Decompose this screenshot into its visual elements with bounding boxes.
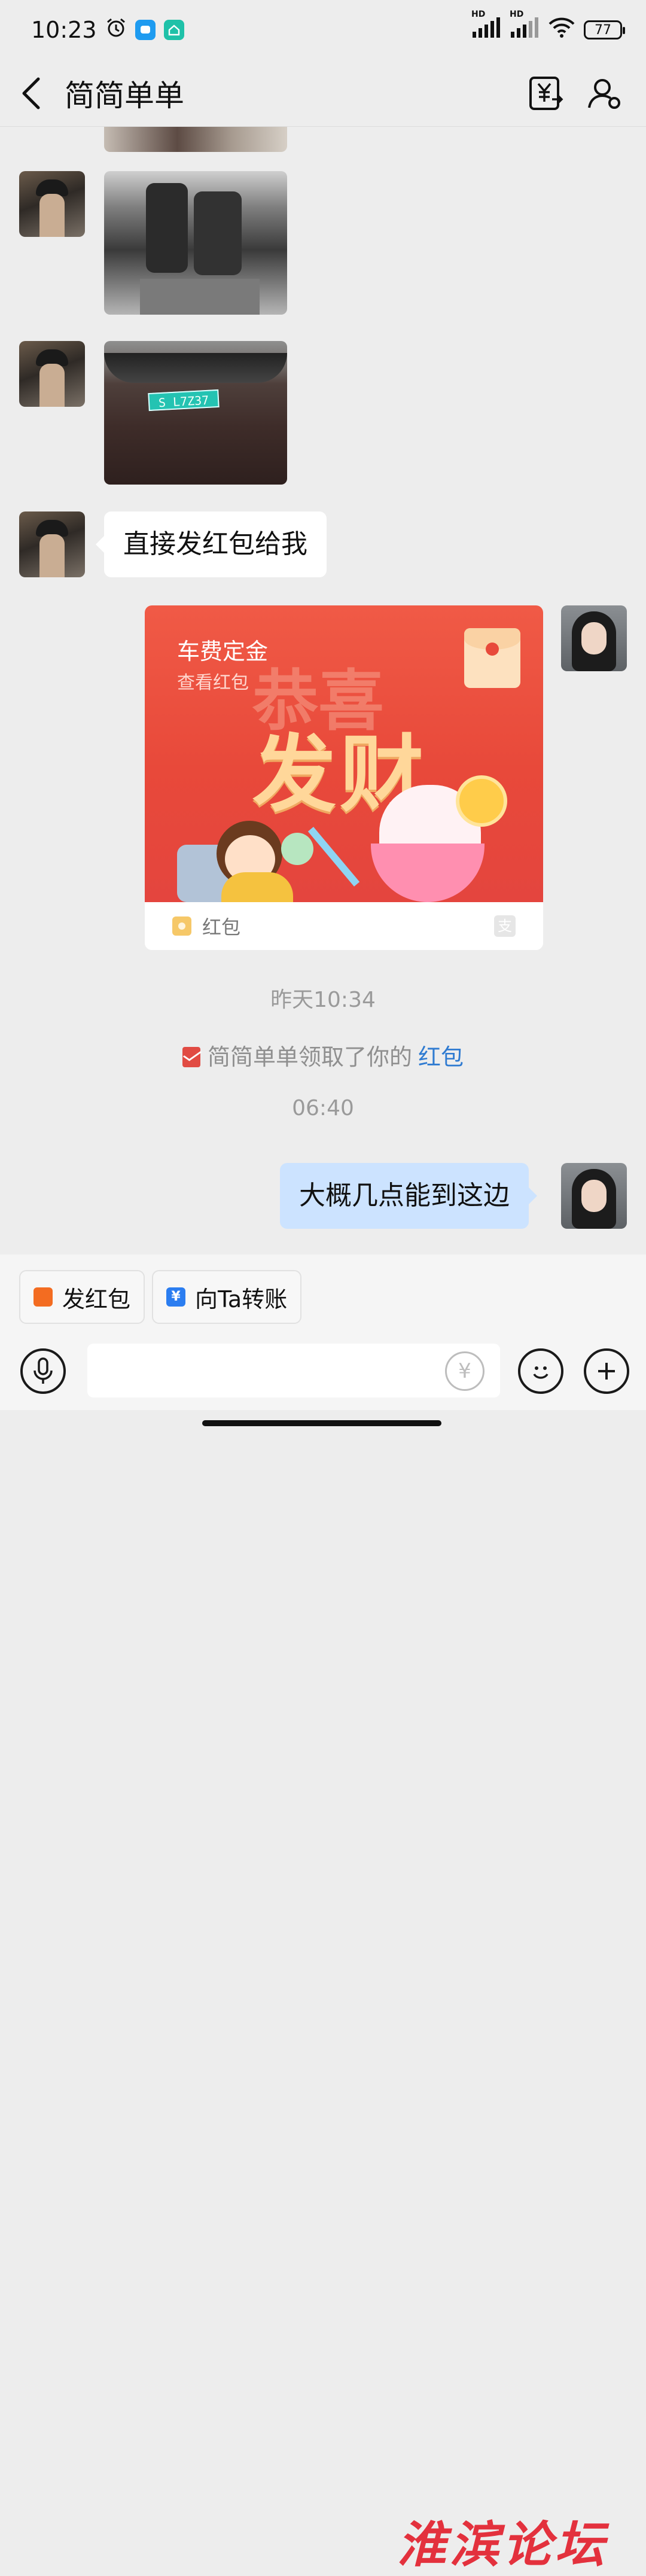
app-notification-icon: [135, 20, 156, 40]
cover-decoration: [281, 833, 313, 865]
red-packet-icon: [33, 1287, 53, 1307]
chip-label: 发红包: [62, 1286, 131, 1313]
back-icon[interactable]: [20, 77, 42, 110]
red-packet-title: 车费定金: [177, 638, 269, 665]
my-avatar[interactable]: [561, 1163, 627, 1229]
photo-detail: [104, 353, 287, 383]
image-message[interactable]: [104, 171, 287, 315]
signal-icon: HD: [471, 10, 501, 43]
red-envelope-icon: [182, 1047, 200, 1067]
battery-indicator: 77: [584, 20, 625, 39]
cover-decoration: [221, 872, 293, 902]
signal-icon: HD: [510, 10, 540, 43]
system-notice-text: 简简单单领取了你的: [207, 1044, 412, 1070]
photo-detail: [194, 191, 242, 275]
contact-avatar[interactable]: [19, 171, 85, 237]
cover-decoration: [456, 775, 507, 827]
photo-detail: [140, 279, 260, 315]
status-right: HD HD 77: [471, 10, 625, 44]
message-input[interactable]: [87, 1344, 500, 1397]
signal-hd-label: HD: [471, 10, 486, 19]
cover-decoration: [371, 844, 484, 902]
status-bar: 10:23 HD HD 77: [0, 0, 646, 60]
status-time: 10:23: [31, 17, 97, 43]
outgoing-message-bubble[interactable]: 大概几点能到这边: [280, 1163, 537, 1229]
home-app-notification-icon: [163, 20, 184, 40]
plus-icon: [598, 1363, 615, 1380]
status-left: 10:23: [31, 17, 184, 44]
red-packet-footer: 红包 支: [145, 902, 543, 950]
alarm-icon: [105, 17, 127, 44]
my-avatar[interactable]: [561, 605, 627, 671]
system-notice: 简简单单领取了你的 红包: [0, 1039, 646, 1071]
time-separator: 06:40: [292, 1096, 354, 1120]
watermark-text: 淮滨论坛: [397, 2516, 608, 2574]
smiley-icon: [533, 1366, 549, 1379]
chip-label: 向Ta转账: [195, 1286, 288, 1313]
chat-settings-button[interactable]: [584, 72, 626, 114]
red-packet-footer-label: 红包: [202, 916, 241, 939]
contact-avatar[interactable]: [19, 511, 85, 577]
microphone-icon: [33, 1357, 53, 1384]
home-indicator[interactable]: [202, 1420, 441, 1426]
red-packet-small-icon: [172, 916, 191, 936]
chat-header: 简简单单: [0, 60, 646, 127]
red-packet-card[interactable]: 恭喜 发财 车费定金 查看红包 红包 支: [145, 605, 543, 950]
emoji-button[interactable]: [518, 1348, 563, 1394]
red-envelope-icon: [464, 628, 520, 688]
message-list[interactable]: S L7Z37 直接发红包给我 恭喜 发财 车费定金 查看红包 红包 支 昨天1…: [0, 127, 646, 1254]
more-button[interactable]: [584, 1348, 629, 1394]
wifi-icon: [548, 17, 575, 44]
chat-title: 简简单单: [65, 78, 184, 113]
transfer-button[interactable]: [525, 72, 567, 114]
incoming-message-bubble[interactable]: 直接发红包给我: [96, 511, 327, 577]
input-bar: ¥: [0, 1338, 646, 1410]
image-message[interactable]: [104, 127, 287, 152]
transfer-icon: ¥: [166, 1287, 185, 1307]
quick-action-bar: 发红包 ¥ 向Ta转账 淮滨论坛: [0, 1254, 646, 2574]
image-message[interactable]: S L7Z37: [104, 341, 287, 485]
signal-hd-label: HD: [510, 10, 524, 19]
cover-decoration: [307, 827, 360, 887]
license-plate: S L7Z37: [148, 389, 220, 412]
coin-icon[interactable]: ¥: [445, 1351, 484, 1391]
time-separator: 昨天10:34: [270, 988, 376, 1012]
contact-avatar[interactable]: [19, 341, 85, 407]
user-settings-icon: [588, 78, 620, 109]
send-red-packet-button[interactable]: 发红包: [19, 1270, 145, 1324]
transfer-money-button[interactable]: ¥ 向Ta转账: [152, 1270, 302, 1324]
red-packet-cover: 恭喜 发财 车费定金 查看红包: [145, 605, 543, 902]
alipay-icon: 支: [494, 915, 516, 937]
red-packet-subtitle: 查看红包: [177, 672, 249, 693]
voice-button[interactable]: [20, 1348, 66, 1394]
photo-detail: [146, 183, 188, 273]
red-packet-link[interactable]: 红包: [418, 1044, 464, 1070]
yuan-transfer-icon: [529, 76, 563, 110]
